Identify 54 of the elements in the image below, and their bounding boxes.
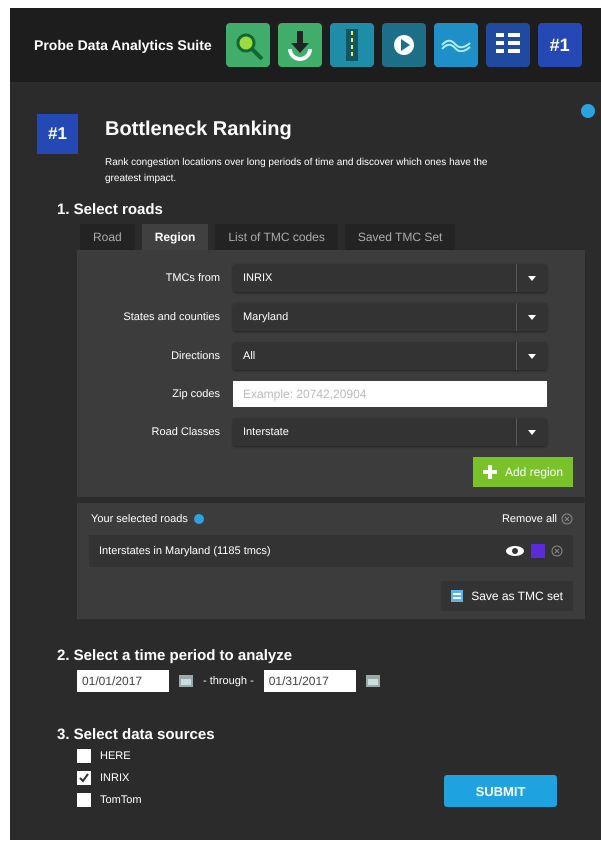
selected-road-row: Interstates in Maryland (1185 tmcs) [89,535,573,567]
plus-icon [482,465,497,479]
field-label: Directions [170,350,221,362]
info-icon[interactable] [194,514,204,524]
checkbox-label: INRIX [100,772,130,784]
dropdown[interactable]: INRIX [233,264,547,292]
tool-button[interactable] [486,23,530,67]
tool-button[interactable]: #1 [538,23,582,67]
dropdown[interactable]: Interstate [233,418,547,446]
dropdown[interactable]: Maryland [233,303,547,331]
section-heading: 3. Select data sources [57,726,216,743]
date-field[interactable]: 01/31/2017 [264,670,356,692]
section-heading: 2. Select a time period to analyze [57,647,294,664]
checkbox[interactable] [77,771,91,785]
checkbox-label: TomTom [100,794,142,806]
calendar-icon[interactable] [179,674,193,688]
calendar-icon[interactable] [366,674,380,688]
input-field[interactable]: Example: 20742,20904 [233,381,547,407]
caret-icon [528,314,536,320]
help-icon[interactable] [581,104,595,118]
color-swatch[interactable] [531,544,545,558]
checkbox-label: HERE [100,750,131,762]
through-label: - through - [203,675,254,687]
tool-badge: #1 [37,114,78,154]
caret-icon [528,354,536,358]
caret-icon [528,276,536,280]
section-heading: 1. Select roads [57,201,164,218]
tool-button[interactable] [278,23,322,67]
checkmark-icon [79,773,89,783]
checkbox[interactable] [77,793,91,807]
tab[interactable]: Road [80,224,135,250]
close-icon [551,545,563,557]
app-title: Probe Data Analytics Suite [34,37,212,53]
tool-button[interactable] [382,23,426,67]
tab[interactable]: List of TMC codes [215,224,338,250]
field-label: Road Classes [150,426,221,438]
eye-icon [505,545,525,557]
checkbox[interactable] [77,749,91,763]
close-icon [561,513,573,525]
field-label: TMCs from [164,272,221,284]
date-field[interactable]: 01/01/2017 [77,670,169,692]
caret-icon [528,430,536,434]
selected-roads-label: Your selected roads [91,513,188,525]
dropdown[interactable]: All [233,342,547,370]
tab[interactable]: Saved TMC Set [344,224,456,250]
wave-icon [440,38,471,52]
tool-description: Rank congestion locations over long periods of time and discover which ones have the greatest impact. [105,156,488,186]
save-tmc-set-button[interactable]: Save as TMC set [441,581,573,611]
tab[interactable]: Region [142,224,208,250]
field-label: States and counties [122,311,221,323]
remove-all-button[interactable]: Remove all [502,513,573,525]
field-label: Zip codes [171,388,221,400]
tool-title: Bottleneck Ranking [105,118,293,141]
list-icon [451,590,464,602]
